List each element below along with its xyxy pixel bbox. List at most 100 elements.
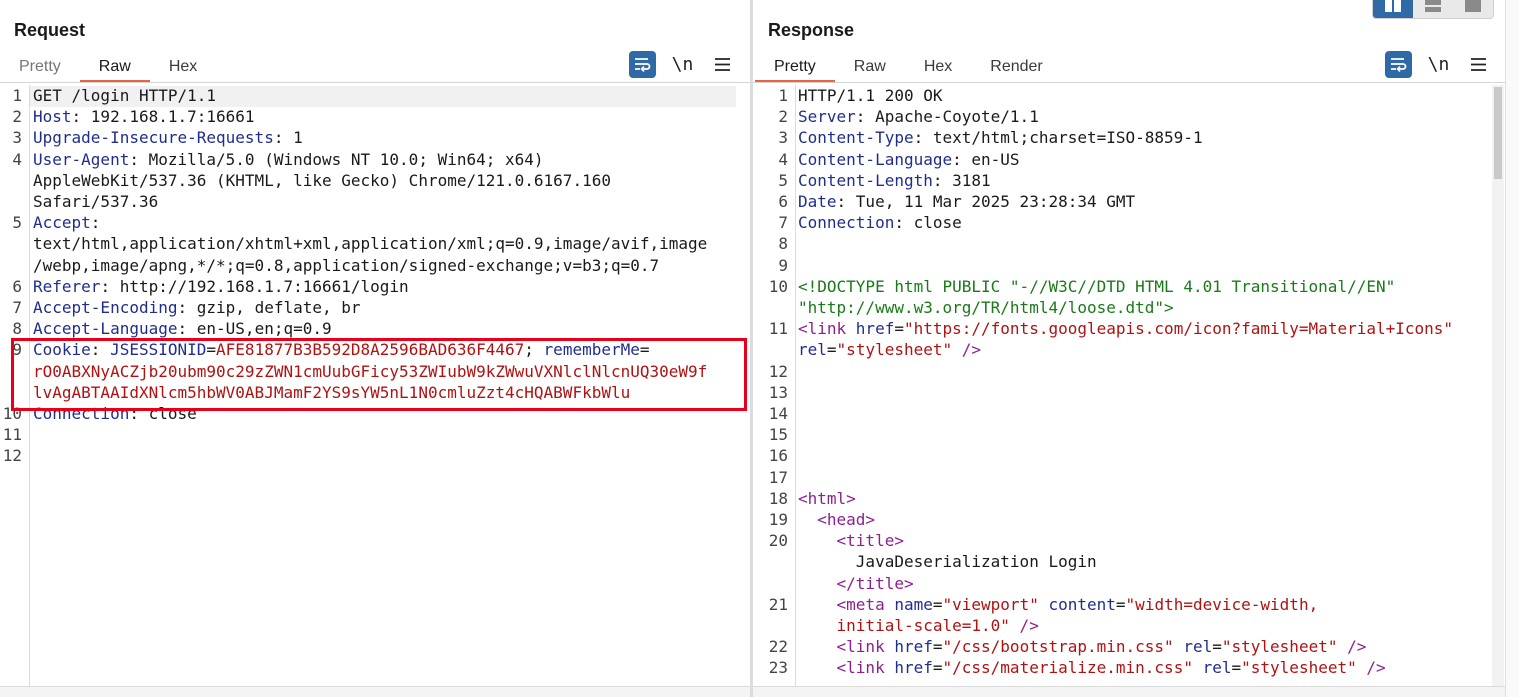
code-token: : 192.168.1.7:16661 xyxy=(71,107,255,127)
line-text: Content-Length: 3181 xyxy=(798,170,991,191)
layout-split-horizontal-button[interactable] xyxy=(1373,0,1413,18)
line-text: Safari/537.36 xyxy=(33,191,158,212)
line-text: <head> xyxy=(798,509,875,530)
response-scrollbar-thumb[interactable] xyxy=(1494,87,1502,179)
request-menu-button[interactable] xyxy=(709,51,736,78)
code-token: Server xyxy=(798,107,856,127)
code-token: text/html,application/xhtml+xml,applicat… xyxy=(33,234,708,254)
line-number xyxy=(753,339,794,360)
code-token: Upgrade-Insecure-Requests xyxy=(33,128,274,148)
code-token: <html> xyxy=(798,488,856,508)
code-token: : en-US,en;q=0.9 xyxy=(177,319,332,339)
line-number: 7 xyxy=(778,213,788,233)
line-text: text/html,application/xhtml+xml,applicat… xyxy=(33,233,707,254)
code-token: Safari/537.36 xyxy=(33,192,159,212)
line-number: 9 xyxy=(778,255,788,275)
line-text: Accept-Encoding: gzip, deflate, br xyxy=(33,297,361,318)
line-number: 7 xyxy=(12,298,22,318)
layout-single-pane-button[interactable] xyxy=(1453,0,1493,18)
code-token: : http://192.168.1.7:16661/login xyxy=(100,276,409,296)
code-line: 11 xyxy=(0,424,707,445)
code-token: : xyxy=(90,340,111,360)
code-line: text/html,application/xhtml+xml,applicat… xyxy=(0,233,707,254)
line-text: <html> xyxy=(798,488,856,509)
line-text: lvAgABTAAIdXNlcm5hbWV0ABJMamF2YS9sYW5nL1… xyxy=(33,382,630,403)
line-text: Cookie: JSESSIONID=AFE81877B3B592D8A2596… xyxy=(33,339,650,360)
code-token: : 3181 xyxy=(932,170,991,190)
line-text: <link href="/css/materialize.min.css" re… xyxy=(798,657,1386,678)
request-tab-hex[interactable]: Hex xyxy=(150,56,216,80)
code-token: rememberMe xyxy=(543,340,640,360)
code-token: Cookie xyxy=(33,340,91,360)
code-token: "/css/bootstrap.min.css" xyxy=(942,637,1174,657)
response-wrap-lines-button[interactable] xyxy=(1385,51,1412,78)
code-line: 16 xyxy=(753,445,1453,466)
code-token: = xyxy=(1115,594,1126,614)
response-tab-raw[interactable]: Raw xyxy=(835,56,905,80)
code-token: /> xyxy=(952,340,982,360)
line-text: rel="stylesheet" /> xyxy=(798,339,981,360)
line-number: 13 xyxy=(768,382,788,402)
response-editor[interactable]: 1 HTTP/1.1 200 OK 2 Server: Apache-Coyote/1… xyxy=(753,85,1453,679)
line-text: Connection: close xyxy=(798,212,962,233)
response-show-newlines-button[interactable]: \n xyxy=(1425,51,1452,78)
line-number xyxy=(0,191,28,212)
line-text: User-Agent: Mozilla/5.0 (Windows NT 10.0… xyxy=(33,149,544,170)
response-tab-hex[interactable]: Hex xyxy=(905,56,971,80)
line-number: 14 xyxy=(768,404,788,424)
line-number: 4 xyxy=(12,149,22,169)
line-number: 18 xyxy=(768,488,788,508)
line-number xyxy=(753,615,794,636)
code-line: 4 User-Agent: Mozilla/5.0 (Windows NT 10.… xyxy=(0,149,707,170)
code-token: = xyxy=(1231,658,1242,678)
code-token: "http://www.w3.org/TR/html4/loose.dtd"> xyxy=(798,298,1174,318)
wrap-lines-icon xyxy=(635,58,651,73)
layout-toggle-group xyxy=(1372,0,1494,19)
code-token: Date xyxy=(798,192,837,212)
code-line: 21 <meta name="viewport" content="width=… xyxy=(753,594,1453,615)
code-token: HTTP/1.1 200 OK xyxy=(798,86,943,105)
code-line: initial-scale=1.0" /> xyxy=(753,615,1453,636)
code-token: ; xyxy=(524,340,544,360)
response-scrollbar[interactable] xyxy=(1492,85,1504,686)
request-bottom-bar xyxy=(0,686,751,697)
line-number: 1 xyxy=(778,86,788,105)
line-number xyxy=(753,551,794,572)
request-wrap-lines-button[interactable] xyxy=(629,51,656,78)
code-token: GET /login HTTP/1.1 xyxy=(33,86,217,105)
code-line: 17 xyxy=(753,467,1453,488)
hamburger-menu-icon xyxy=(715,58,730,71)
response-menu-button[interactable] xyxy=(1465,51,1492,78)
code-token: "/css/materialize.min.css" xyxy=(942,658,1193,678)
line-text: Content-Type: text/html;charset=ISO-8859… xyxy=(798,127,1203,148)
code-line: 10 <!DOCTYPE html PUBLIC "-//W3C//DTD HTM… xyxy=(753,276,1453,297)
code-token: Content-Type xyxy=(798,128,914,148)
code-token: "viewport" xyxy=(942,594,1039,614)
request-editor[interactable]: 1 GET /login HTTP/1.1 2 Host: 192.168.1.7:1… xyxy=(0,85,708,467)
line-number: 5 xyxy=(778,170,788,190)
line-text: Connection: close xyxy=(33,403,197,424)
code-token: href xyxy=(894,637,933,657)
request-show-newlines-button[interactable]: \n xyxy=(669,51,696,78)
code-line: 20 <title> xyxy=(753,530,1453,551)
response-tab-pretty[interactable]: Pretty xyxy=(755,56,835,82)
request-tab-pretty[interactable]: Pretty xyxy=(0,56,80,80)
line-number: 8 xyxy=(12,319,22,339)
layout-split-vertical-button[interactable] xyxy=(1413,0,1453,18)
code-line: 5 Accept: xyxy=(0,212,707,233)
code-line: 2 Host: 192.168.1.7:16661 xyxy=(0,106,707,127)
response-pane: Response Pretty Raw Hex Render \n 1 HTTP/… xyxy=(753,0,1505,697)
code-token: Accept-Language xyxy=(33,319,178,339)
line-text: GET /login HTTP/1.1 xyxy=(33,85,216,106)
code-token: lvAgABTAAIdXNlcm5hbWV0ABJMamF2YS9sYW5nL1… xyxy=(33,382,631,402)
code-token: "width=device-width, xyxy=(1125,594,1319,614)
request-tab-raw[interactable]: Raw xyxy=(79,56,150,82)
code-line: AppleWebKit/537.36 (KHTML, like Gecko) C… xyxy=(0,170,707,191)
line-number xyxy=(0,361,28,382)
response-tab-render[interactable]: Render xyxy=(971,56,1061,80)
request-tabs-divider xyxy=(0,82,751,83)
right-edge-strip xyxy=(1505,0,1519,697)
code-token: Host xyxy=(33,107,72,127)
